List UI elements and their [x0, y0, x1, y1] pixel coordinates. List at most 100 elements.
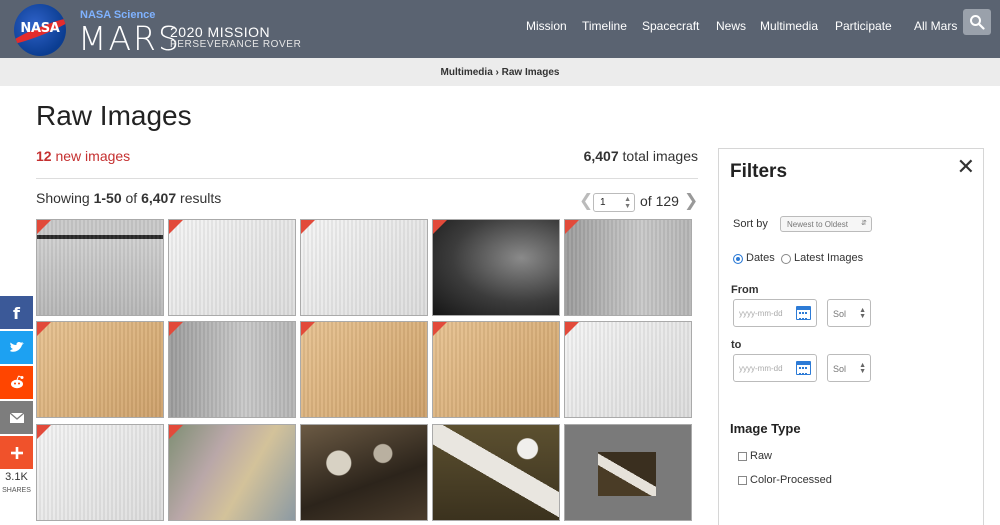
- showing-suffix: results: [180, 190, 222, 206]
- new-image-marker: [301, 322, 315, 336]
- image-type-title: Image Type: [730, 421, 801, 436]
- from-date-input[interactable]: yyyy-mm-dd: [733, 299, 817, 327]
- reddit-share-button[interactable]: [0, 366, 33, 399]
- calendar-icon[interactable]: [796, 361, 811, 375]
- showing-of: of: [125, 190, 138, 206]
- raw-image-thumbnail[interactable]: [432, 424, 560, 521]
- total-images-label: total images: [622, 148, 698, 164]
- raw-image-thumbnail[interactable]: [564, 321, 692, 418]
- to-date-input[interactable]: yyyy-mm-dd: [733, 354, 817, 382]
- raw-image-thumbnail[interactable]: [300, 219, 428, 316]
- from-sol-input[interactable]: Sol ▲ ▼: [827, 299, 871, 327]
- raw-image-thumbnail[interactable]: [168, 321, 296, 418]
- new-image-marker: [565, 322, 579, 336]
- raw-image-thumbnail[interactable]: [432, 219, 560, 316]
- chevron-left-icon[interactable]: ❮: [579, 191, 593, 211]
- new-image-marker: [37, 322, 51, 336]
- share-count: 3.1K: [5, 471, 28, 483]
- checkbox-raw[interactable]: [738, 452, 747, 461]
- image-texture: [37, 425, 163, 520]
- radio-dates-label[interactable]: Dates: [746, 252, 775, 264]
- breadcrumb-bar: Multimedia › Raw Images: [0, 58, 1000, 86]
- raw-image-thumbnail[interactable]: [564, 424, 692, 521]
- stepper-icon[interactable]: ▲ ▼: [859, 307, 866, 320]
- page-title: Raw Images: [36, 100, 192, 131]
- to-sol-placeholder: Sol: [833, 364, 847, 374]
- new-image-marker: [433, 220, 447, 234]
- image-texture: [37, 220, 163, 315]
- raw-image-thumbnail[interactable]: [300, 424, 428, 521]
- page-number-input[interactable]: 1 ▲ ▼: [593, 193, 635, 212]
- email-share-button[interactable]: [0, 401, 33, 434]
- raw-image-thumbnail[interactable]: [36, 219, 164, 316]
- checkbox-color-processed[interactable]: [738, 476, 747, 485]
- new-image-marker: [37, 425, 51, 439]
- chevron-right-icon[interactable]: ❯: [684, 191, 698, 211]
- logo-text: NASA: [20, 21, 60, 36]
- raw-image-thumbnail[interactable]: [300, 321, 428, 418]
- to-date-placeholder: yyyy-mm-dd: [739, 364, 783, 373]
- nav-item-all-mars[interactable]: All Mars: [914, 19, 957, 33]
- breadcrumb[interactable]: Multimedia › Raw Images: [0, 67, 1000, 78]
- nasa-logo[interactable]: NASA: [14, 4, 66, 56]
- new-images-count: 12: [36, 148, 52, 164]
- filters-panel: Filters ✕ Sort by Newest to Oldest ⇵ Dat…: [718, 148, 984, 525]
- image-texture: [565, 220, 691, 315]
- raw-image-thumbnail[interactable]: [168, 424, 296, 521]
- image-texture: [301, 322, 427, 417]
- stepper-icon[interactable]: ▲ ▼: [859, 362, 866, 375]
- checkbox-color-processed-label[interactable]: Color-Processed: [750, 474, 832, 486]
- image-texture: [37, 322, 163, 417]
- from-sol-placeholder: Sol: [833, 309, 847, 319]
- radio-latest-images[interactable]: [781, 254, 791, 264]
- to-sol-input[interactable]: Sol ▲ ▼: [827, 354, 871, 382]
- nav-item-news[interactable]: News: [716, 19, 746, 33]
- new-image-marker: [169, 322, 183, 336]
- raw-image-thumbnail[interactable]: [168, 219, 296, 316]
- reddit-icon: [11, 375, 24, 389]
- nav-item-spacecraft[interactable]: Spacecraft: [642, 19, 699, 33]
- site-name[interactable]: MARS: [78, 19, 181, 58]
- search-button[interactable]: [963, 9, 991, 35]
- new-image-marker: [565, 220, 579, 234]
- nav-item-mission[interactable]: Mission: [526, 19, 567, 33]
- radio-dates[interactable]: [733, 254, 743, 264]
- nav-item-multimedia[interactable]: Multimedia: [760, 19, 818, 33]
- new-image-marker: [169, 425, 183, 439]
- twitter-icon: [10, 342, 24, 352]
- new-image-marker: [433, 322, 447, 336]
- share-count-label: SHARES: [2, 487, 31, 494]
- divider: [36, 178, 698, 179]
- new-image-marker: [169, 220, 183, 234]
- showing-total: 6,407: [141, 190, 177, 206]
- nav-item-participate[interactable]: Participate: [835, 19, 892, 33]
- image-texture: [169, 220, 295, 315]
- plus-share-button[interactable]: [0, 436, 33, 469]
- close-icon[interactable]: ✕: [957, 154, 975, 180]
- new-image-marker: [37, 220, 51, 234]
- new-image-marker: [301, 220, 315, 234]
- nav-item-timeline[interactable]: Timeline: [582, 19, 627, 33]
- facebook-icon: f: [13, 304, 21, 322]
- stepper-icon[interactable]: ▲ ▼: [624, 196, 631, 210]
- new-images-link[interactable]: 12 new images: [36, 148, 130, 164]
- facebook-share-button[interactable]: f: [0, 296, 33, 329]
- filters-title: Filters: [730, 161, 788, 182]
- from-label: From: [731, 284, 759, 296]
- raw-image-thumbnail[interactable]: [36, 424, 164, 521]
- image-texture: [433, 322, 559, 417]
- twitter-share-button[interactable]: [0, 331, 33, 364]
- inner-thumbnail: [598, 452, 656, 496]
- radio-latest-images-label[interactable]: Latest Images: [794, 252, 863, 264]
- mission-subtitle: PERSEVERANCE ROVER: [170, 39, 302, 50]
- calendar-icon[interactable]: [796, 306, 811, 320]
- new-images-label: new images: [55, 148, 131, 164]
- select-arrows-icon: ⇵: [861, 220, 867, 227]
- image-texture: [565, 322, 691, 417]
- raw-image-thumbnail[interactable]: [564, 219, 692, 316]
- page-count: of 129: [640, 193, 679, 209]
- raw-image-thumbnail[interactable]: [432, 321, 560, 418]
- checkbox-raw-label[interactable]: Raw: [750, 450, 772, 462]
- raw-image-thumbnail[interactable]: [36, 321, 164, 418]
- sort-select[interactable]: Newest to Oldest ⇵: [780, 216, 872, 232]
